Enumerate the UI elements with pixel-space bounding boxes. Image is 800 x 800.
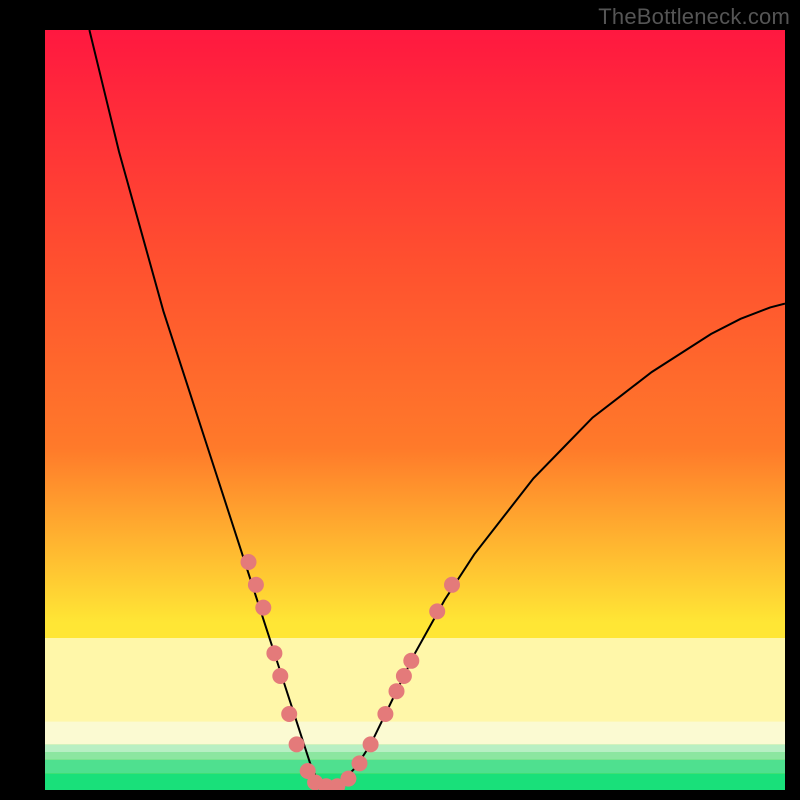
data-marker [377, 706, 393, 722]
data-marker [444, 577, 460, 593]
data-marker [281, 706, 297, 722]
data-marker [352, 755, 368, 771]
data-marker [255, 600, 271, 616]
data-marker [248, 577, 264, 593]
data-marker [272, 668, 288, 684]
data-marker [396, 668, 412, 684]
data-marker [340, 771, 356, 787]
data-marker [389, 683, 405, 699]
data-marker [429, 603, 445, 619]
data-marker [289, 736, 305, 752]
data-marker [241, 554, 257, 570]
data-marker [266, 645, 282, 661]
bottleneck-plot [45, 30, 785, 790]
plot-area [45, 30, 785, 790]
data-marker [403, 653, 419, 669]
watermark-text: TheBottleneck.com [598, 4, 790, 30]
data-marker [363, 736, 379, 752]
chart-frame: TheBottleneck.com [0, 0, 800, 800]
